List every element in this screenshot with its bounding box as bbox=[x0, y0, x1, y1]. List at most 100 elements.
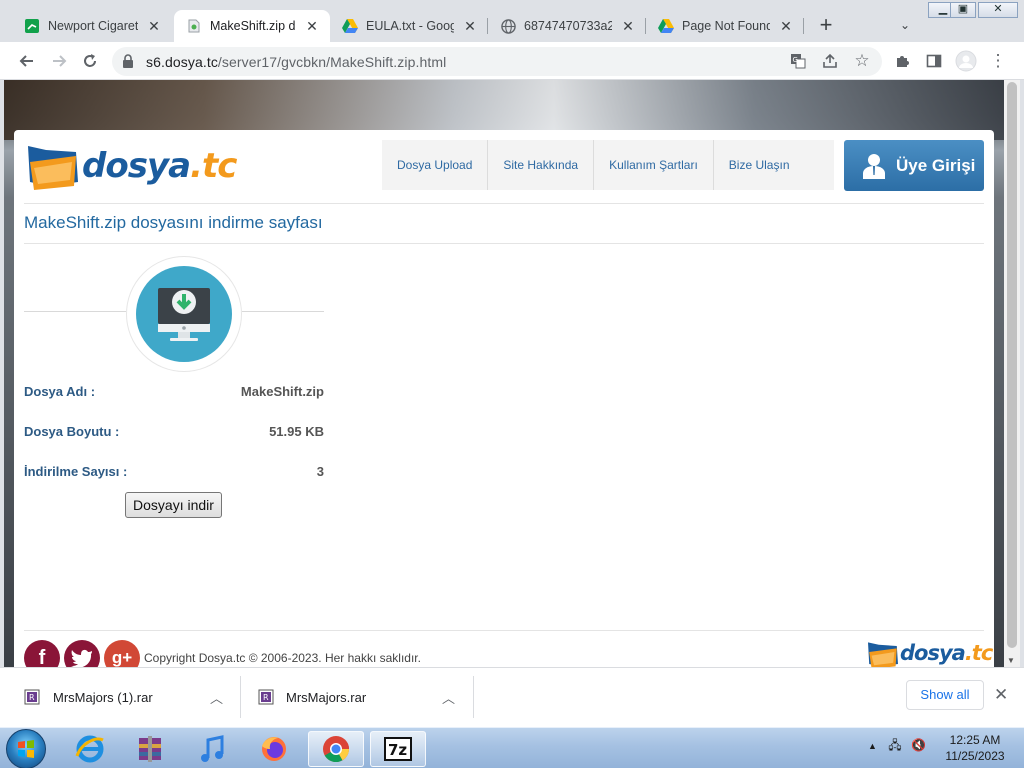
member-login-button[interactable]: Üye Girişi bbox=[844, 140, 984, 191]
firefox-icon[interactable] bbox=[246, 731, 302, 767]
close-icon[interactable]: ✕ bbox=[620, 18, 636, 34]
svg-text:R: R bbox=[263, 693, 269, 702]
scrollbar-thumb[interactable] bbox=[1007, 82, 1017, 648]
download-graphic bbox=[24, 254, 324, 372]
download-item[interactable]: R MrsMajors (1).rar ︿ bbox=[24, 668, 240, 726]
nav-kullanim-sartlari[interactable]: Kullanım Şartları bbox=[594, 140, 714, 190]
clock[interactable]: 12:25 AM 11/25/2023 bbox=[940, 732, 1010, 764]
folder-logo-icon bbox=[28, 146, 78, 190]
browser-toolbar: s6.dosya.tc/server17/gvcbkn/MakeShift.zi… bbox=[0, 42, 1024, 80]
system-tray: ▲ 🖧 🔇 bbox=[868, 736, 926, 757]
info-value: MakeShift.zip bbox=[240, 384, 324, 399]
tab-title: Page Not Found bbox=[682, 19, 770, 33]
tab-hex[interactable]: 68747470733a2f2 ✕ bbox=[488, 10, 646, 42]
globe-icon bbox=[500, 18, 516, 34]
share-icon[interactable] bbox=[818, 49, 842, 73]
copyright-text: Copyright Dosya.tc © 2006-2023. Her hakk… bbox=[144, 651, 421, 665]
tab-search-button[interactable]: ⌄ bbox=[894, 14, 916, 36]
page-viewport: dosya.tc Dosya Upload Site Hakkında Kull… bbox=[4, 80, 1004, 667]
new-tab-button[interactable]: + bbox=[814, 14, 838, 38]
google-drive-icon bbox=[342, 18, 358, 34]
nav-bize-ulasin[interactable]: Bize Ulaşın bbox=[714, 140, 805, 190]
url-text: s6.dosya.tc/server17/gvcbkn/MakeShift.zi… bbox=[146, 54, 447, 70]
logo-text: dosya.tc bbox=[82, 146, 237, 186]
back-button[interactable] bbox=[14, 49, 38, 73]
start-button[interactable] bbox=[6, 729, 46, 768]
address-bar[interactable]: s6.dosya.tc/server17/gvcbkn/MakeShift.zi… bbox=[112, 47, 882, 76]
nav-site-hakkinda[interactable]: Site Hakkında bbox=[488, 140, 595, 190]
reload-button[interactable] bbox=[78, 49, 102, 73]
divider bbox=[24, 243, 984, 244]
svg-text:R: R bbox=[29, 693, 35, 702]
nav-dosya-upload[interactable]: Dosya Upload bbox=[382, 140, 489, 190]
page-icon bbox=[186, 18, 202, 34]
footer-logo[interactable]: dosya.tc bbox=[866, 640, 993, 667]
page-title: MakeShift.zip dosyasını indirme sayfası bbox=[24, 213, 323, 232]
folder-logo-icon bbox=[868, 642, 898, 667]
tab-page-not-found[interactable]: Page Not Found ✕ bbox=[646, 10, 804, 42]
tab-newport[interactable]: Newport Cigarette ✕ bbox=[12, 10, 172, 42]
lock-icon[interactable] bbox=[122, 54, 134, 71]
back-arrow-icon bbox=[19, 55, 33, 67]
site-logo[interactable]: dosya.tc bbox=[26, 142, 237, 192]
facebook-icon[interactable]: f bbox=[24, 640, 60, 667]
menu-kebab-icon[interactable]: ⋮ bbox=[986, 49, 1010, 73]
chrome-icon[interactable] bbox=[308, 731, 364, 767]
forward-arrow-icon bbox=[53, 55, 67, 67]
info-value: 51.95 KB bbox=[269, 424, 324, 439]
windows-taskbar: 7z ▲ 🖧 🔇 12:25 AM 11/25/2023 bbox=[0, 727, 1024, 768]
tab-title: MakeShift.zip dosy bbox=[210, 19, 296, 33]
tab-title: EULA.txt - Google bbox=[366, 19, 454, 33]
tab-makeshift[interactable]: MakeShift.zip dosy ✕ bbox=[174, 10, 330, 42]
chevron-up-icon[interactable]: ▲ bbox=[868, 741, 877, 751]
side-panel-icon[interactable] bbox=[922, 49, 946, 73]
chevron-up-icon[interactable]: ︿ bbox=[210, 688, 223, 707]
scroll-down-arrow-icon[interactable]: ▼ bbox=[1007, 656, 1015, 665]
download-shelf: R MrsMajors (1).rar ︿ R MrsMajors.rar ︿ … bbox=[0, 667, 1024, 727]
svg-text:7z: 7z bbox=[388, 741, 407, 759]
tab-strip: Newport Cigarette ✕ MakeShift.zip dosy ✕… bbox=[0, 0, 1024, 42]
clock-time: 12:25 AM bbox=[949, 733, 1001, 747]
twitter-icon[interactable] bbox=[64, 640, 100, 667]
show-all-button[interactable]: Show all bbox=[906, 680, 984, 710]
tab-title: 68747470733a2f2 bbox=[524, 19, 612, 33]
divider bbox=[24, 203, 984, 204]
close-icon[interactable]: ✕ bbox=[304, 18, 320, 34]
winrar-icon[interactable] bbox=[122, 731, 178, 767]
extensions-icon[interactable] bbox=[890, 49, 914, 73]
forward-button[interactable] bbox=[48, 49, 72, 73]
bookmark-star-icon[interactable]: ☆ bbox=[850, 49, 874, 73]
translate-icon[interactable]: G bbox=[786, 49, 810, 73]
windows-logo-icon bbox=[18, 740, 34, 758]
network-icon[interactable]: 🖧 bbox=[888, 738, 901, 752]
download-file-name: MrsMajors.rar bbox=[286, 689, 367, 705]
info-value: 3 bbox=[316, 464, 324, 479]
vertical-scrollbar[interactable]: ▼ bbox=[1004, 80, 1020, 667]
profile-avatar[interactable] bbox=[954, 49, 978, 73]
volume-muted-icon[interactable]: 🔇 bbox=[911, 738, 926, 752]
download-file-name: MrsMajors (1).rar bbox=[53, 689, 153, 705]
download-file-button[interactable]: Dosyayı indir bbox=[125, 492, 222, 518]
close-icon[interactable]: ✕ bbox=[462, 18, 478, 34]
clock-date: 11/25/2023 bbox=[945, 749, 1005, 763]
close-window-button[interactable]: ✕ bbox=[978, 2, 1018, 18]
google-drive-icon bbox=[658, 18, 674, 34]
info-label: İndirilme Sayısı : bbox=[24, 464, 128, 479]
google-plus-icon[interactable]: g+ bbox=[104, 640, 140, 667]
divider bbox=[24, 630, 984, 631]
chevron-up-icon[interactable]: ︿ bbox=[442, 688, 455, 707]
maximize-button[interactable]: ▣ bbox=[950, 2, 976, 18]
download-item[interactable]: R MrsMajors.rar ︿ bbox=[258, 668, 472, 726]
green-square-icon bbox=[24, 18, 40, 34]
info-label: Dosya Adı : bbox=[24, 384, 96, 399]
internet-explorer-icon[interactable] bbox=[62, 731, 118, 767]
download-monitor-icon bbox=[136, 266, 232, 362]
close-icon[interactable]: ✕ bbox=[146, 18, 162, 34]
close-icon[interactable]: ✕ bbox=[778, 18, 794, 34]
member-login-label: Üye Girişi bbox=[896, 155, 976, 175]
itunes-icon[interactable] bbox=[184, 731, 240, 767]
tab-eula[interactable]: EULA.txt - Google ✕ bbox=[330, 10, 488, 42]
main-nav: Dosya Upload Site Hakkında Kullanım Şart… bbox=[382, 140, 834, 190]
7zip-icon[interactable]: 7z bbox=[370, 731, 426, 767]
close-icon[interactable]: ✕ bbox=[994, 685, 1008, 705]
